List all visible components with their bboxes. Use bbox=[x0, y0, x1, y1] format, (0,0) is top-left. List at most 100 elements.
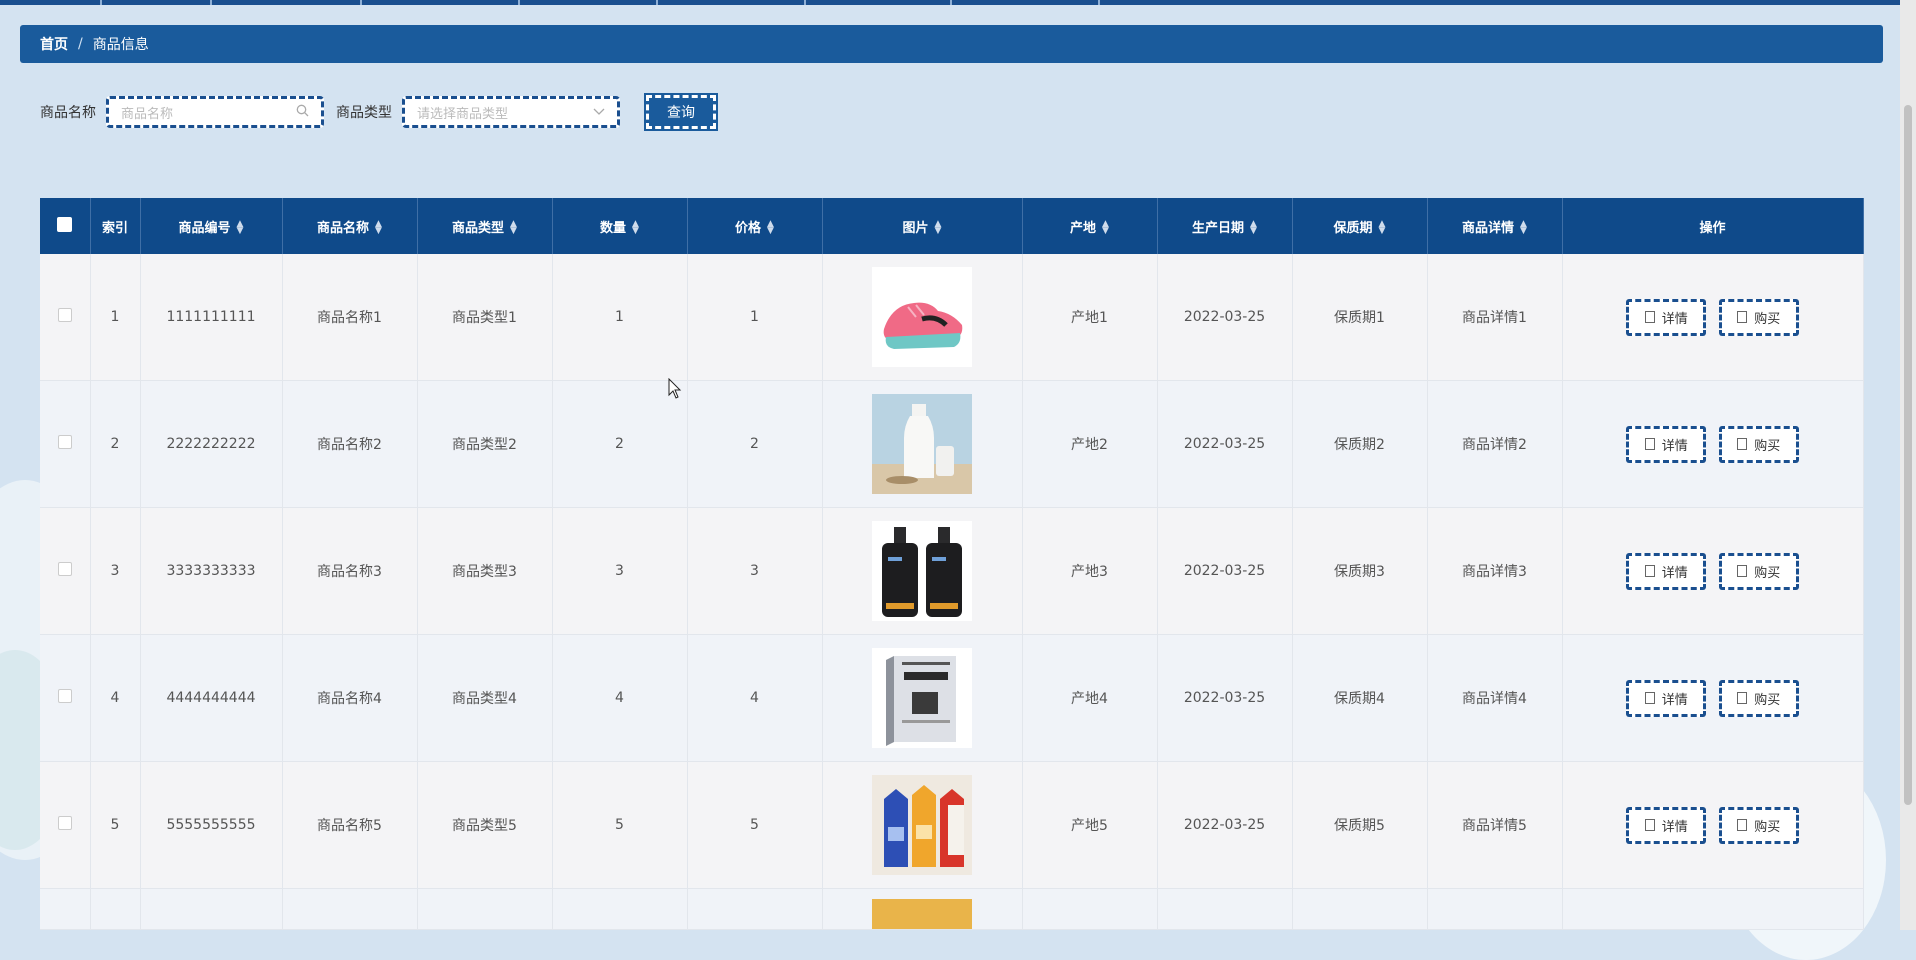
header-qty-label: 数量 bbox=[600, 220, 627, 236]
query-button[interactable]: 查询 bbox=[644, 93, 718, 131]
header-code[interactable]: 商品编号 ▲ ▼ bbox=[140, 198, 283, 254]
cell-index: 3 bbox=[90, 507, 141, 635]
product-image-partial[interactable] bbox=[872, 899, 972, 929]
select-all-checkbox[interactable] bbox=[57, 216, 73, 232]
milk-bottles-image[interactable] bbox=[872, 394, 972, 494]
cell-price: 1 bbox=[687, 254, 823, 381]
buy-button[interactable]: 购买 bbox=[1718, 679, 1799, 717]
buy-button-label: 购买 bbox=[1754, 565, 1781, 581]
document-icon bbox=[1737, 311, 1748, 323]
table-row: 5 5555555555 商品名称5 商品类型5 5 5 产地5 2022-03… bbox=[40, 761, 1864, 889]
cleanser-bottles-image[interactable] bbox=[872, 521, 972, 621]
sort-icon: ▲ ▼ bbox=[1102, 219, 1109, 236]
header-detail[interactable]: 商品详情 ▲ ▼ bbox=[1427, 198, 1563, 254]
sort-icon: ▲ ▼ bbox=[1250, 219, 1257, 236]
product-name-label: 商品名称 bbox=[40, 105, 96, 121]
cell-date: 2022-03-25 bbox=[1157, 507, 1293, 635]
cell-index: 2 bbox=[90, 380, 141, 508]
buy-button-label: 购买 bbox=[1754, 819, 1781, 835]
cell-detail: 商品详情2 bbox=[1427, 380, 1563, 508]
sort-icon: ▲ ▼ bbox=[375, 219, 382, 236]
detail-button-label: 详情 bbox=[1661, 819, 1688, 835]
breadcrumb-current: 商品信息 bbox=[92, 37, 149, 53]
detail-button[interactable]: 详情 bbox=[1626, 425, 1707, 463]
nav-divider bbox=[100, 0, 102, 5]
row-checkbox[interactable] bbox=[57, 689, 72, 703]
header-type[interactable]: 商品类型 ▲ ▼ bbox=[417, 198, 553, 254]
cell-ops: 详情 购买 bbox=[1562, 507, 1864, 635]
header-name[interactable]: 商品名称 ▲ ▼ bbox=[282, 198, 418, 254]
select-all-header bbox=[40, 198, 91, 254]
sort-icon: ▲ ▼ bbox=[1520, 219, 1527, 236]
document-icon bbox=[1644, 819, 1655, 831]
buy-button-label: 购买 bbox=[1754, 692, 1781, 708]
cell-origin: 产地2 bbox=[1022, 380, 1158, 508]
book-image[interactable] bbox=[872, 648, 972, 748]
cell-date: 2022-03-25 bbox=[1157, 761, 1293, 889]
detail-button[interactable]: 详情 bbox=[1626, 552, 1707, 590]
cell-ops: 详情 购买 bbox=[1562, 761, 1864, 889]
document-icon bbox=[1644, 565, 1655, 577]
pink-sneaker-image[interactable] bbox=[872, 267, 972, 367]
header-shelf[interactable]: 保质期 ▲ ▼ bbox=[1292, 198, 1428, 254]
cell-code: 4444444444 bbox=[140, 634, 283, 762]
header-qty[interactable]: 数量 ▲ ▼ bbox=[552, 198, 688, 254]
nav-divider bbox=[950, 0, 952, 5]
product-type-select[interactable]: 请选择商品类型 bbox=[402, 96, 620, 128]
cell-date: 2022-03-25 bbox=[1157, 634, 1293, 762]
buy-button[interactable]: 购买 bbox=[1718, 552, 1799, 590]
header-price[interactable]: 价格 ▲ ▼ bbox=[687, 198, 823, 254]
row-checkbox[interactable] bbox=[57, 435, 72, 449]
buy-button[interactable]: 购买 bbox=[1718, 806, 1799, 844]
document-icon bbox=[1644, 311, 1655, 323]
sort-icon: ▲ ▼ bbox=[1378, 219, 1386, 236]
nav-divider bbox=[210, 0, 212, 5]
header-code-label: 商品编号 bbox=[178, 220, 231, 236]
header-origin[interactable]: 产地 ▲ ▼ bbox=[1022, 198, 1158, 254]
cell-code: 1111111111 bbox=[140, 254, 283, 381]
nav-divider bbox=[804, 0, 806, 5]
cell-qty: 5 bbox=[552, 761, 688, 889]
product-type-placeholder: 请选择商品类型 bbox=[417, 106, 509, 122]
cell-index: 5 bbox=[90, 761, 141, 889]
chevron-down-icon bbox=[593, 105, 605, 120]
header-image[interactable]: 图片 ▲ ▼ bbox=[822, 198, 1023, 254]
cell-qty: 2 bbox=[552, 380, 688, 508]
detail-button[interactable]: 详情 bbox=[1626, 679, 1707, 717]
breadcrumb-home[interactable]: 首页 bbox=[40, 34, 68, 54]
sort-icon: ▲ ▼ bbox=[632, 219, 639, 236]
milk-cartons-image[interactable] bbox=[872, 775, 972, 875]
cell-detail: 商品详情3 bbox=[1427, 507, 1563, 635]
table-row bbox=[40, 888, 1864, 930]
table-header-row: 索引 商品编号 ▲ ▼ 商品名称 ▲ ▼ 商品类型 ▲ ▼ 数量 ▲ ▼ 价格 ▲ ▼ 图片 ▲ ▼ 产… bbox=[40, 198, 1864, 254]
sort-icon: ▲ ▼ bbox=[510, 219, 517, 236]
cell-detail: 商品详情4 bbox=[1427, 634, 1563, 762]
buy-button-label: 购买 bbox=[1754, 438, 1781, 454]
row-checkbox[interactable] bbox=[57, 562, 72, 576]
detail-button[interactable]: 详情 bbox=[1626, 806, 1707, 844]
header-detail-label: 商品详情 bbox=[1462, 220, 1515, 236]
cell-index: 4 bbox=[90, 634, 141, 762]
cell-type: 商品类型3 bbox=[417, 507, 553, 635]
product-name-input[interactable]: 商品名称 bbox=[106, 96, 324, 128]
row-checkbox[interactable] bbox=[57, 816, 72, 830]
cell-type: 商品类型1 bbox=[417, 254, 553, 381]
row-checkbox[interactable] bbox=[57, 308, 72, 322]
cell-name: 商品名称3 bbox=[282, 507, 418, 635]
cell-image bbox=[822, 507, 1023, 635]
document-icon bbox=[1737, 438, 1748, 450]
cell-price: 3 bbox=[687, 507, 823, 635]
cell-type: 商品类型5 bbox=[417, 761, 553, 889]
search-bar: 商品名称 商品名称 商品类型 请选择商品类型 查询 bbox=[40, 93, 718, 131]
header-ops: 操作 bbox=[1562, 198, 1864, 254]
header-date[interactable]: 生产日期 ▲ ▼ bbox=[1157, 198, 1293, 254]
page-scrollbar[interactable] bbox=[1900, 0, 1916, 930]
cell-name: 商品名称4 bbox=[282, 634, 418, 762]
buy-button[interactable]: 购买 bbox=[1718, 298, 1799, 336]
header-type-label: 商品类型 bbox=[452, 220, 505, 236]
detail-button[interactable]: 详情 bbox=[1626, 298, 1707, 336]
cell-detail: 商品详情1 bbox=[1427, 254, 1563, 381]
scrollbar-thumb[interactable] bbox=[1904, 105, 1912, 805]
cell-image bbox=[822, 254, 1023, 381]
buy-button[interactable]: 购买 bbox=[1718, 425, 1799, 463]
